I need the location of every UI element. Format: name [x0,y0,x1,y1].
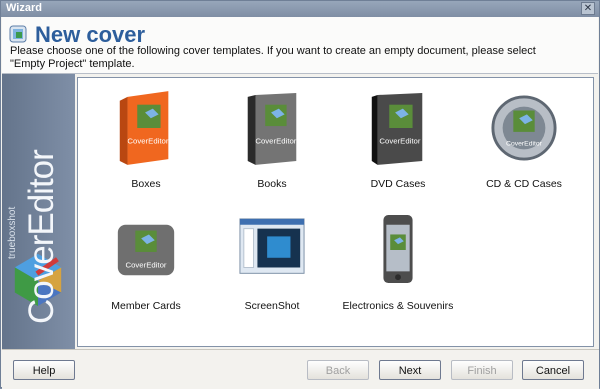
brand-name: CoverEditor [22,150,61,324]
box-icon: CoverEditor [119,91,169,165]
template-dvd-cases[interactable]: CoverEditor DVD Cases [334,82,462,200]
template-label: Books [257,178,287,190]
template-electronics-souvenirs[interactable]: Electronics & Souvenirs [334,204,462,322]
page-description: Please choose one of the following cover… [10,45,536,70]
cancel-button[interactable]: Cancel [522,360,584,380]
finish-button[interactable]: Finish [451,360,513,380]
dvd-case-icon: CoverEditor [371,93,423,165]
template-boxes[interactable]: CoverEditor Boxes [82,82,210,200]
templates-panel: CoverEditor Boxes CoverEditor Books Cove… [77,77,594,347]
wizard-footer: Help Back Next Finish Cancel [2,349,599,389]
dvd-caption: CoverEditor [379,137,420,146]
window-title: Wizard [6,2,42,14]
cd-icon: CoverEditor [491,95,557,161]
template-books[interactable]: CoverEditor Books [208,82,336,200]
template-label: Boxes [131,178,161,190]
next-button[interactable]: Next [379,360,441,380]
template-screenshot[interactable]: ScreenShot [208,204,336,322]
phone-icon [383,215,413,284]
book-caption: CoverEditor [255,137,296,146]
cd-caption: CoverEditor [506,140,543,147]
close-icon[interactable]: ✕ [581,2,595,15]
template-cd-cases[interactable]: CoverEditor CD & CD Cases [460,82,588,200]
help-button[interactable]: Help [13,360,75,380]
template-label: DVD Cases [370,178,426,190]
back-button[interactable]: Back [307,360,369,380]
member-card-icon: CoverEditor [117,224,175,276]
title-bar: Wizard ✕ [1,1,599,17]
template-label: Electronics & Souvenirs [342,300,454,312]
template-label: Member Cards [111,300,181,312]
cover-editor-logo-icon [9,25,27,43]
brand-subtitle: trueboxshot [7,206,18,259]
template-member-cards[interactable]: CoverEditor Member Cards [82,204,210,322]
box-caption: CoverEditor [127,137,168,146]
wizard-header: New cover Please choose one of the follo… [2,17,598,74]
wizard-window: Wizard ✕ New cover Please choose one of … [0,0,600,389]
template-label: ScreenShot [244,300,300,312]
card-caption: CoverEditor [125,260,166,269]
book-icon: CoverEditor [247,93,297,165]
screenshot-icon [239,218,305,274]
template-label: CD & CD Cases [486,178,562,190]
brand-sidebar: CoverEditor trueboxshot [2,74,75,349]
